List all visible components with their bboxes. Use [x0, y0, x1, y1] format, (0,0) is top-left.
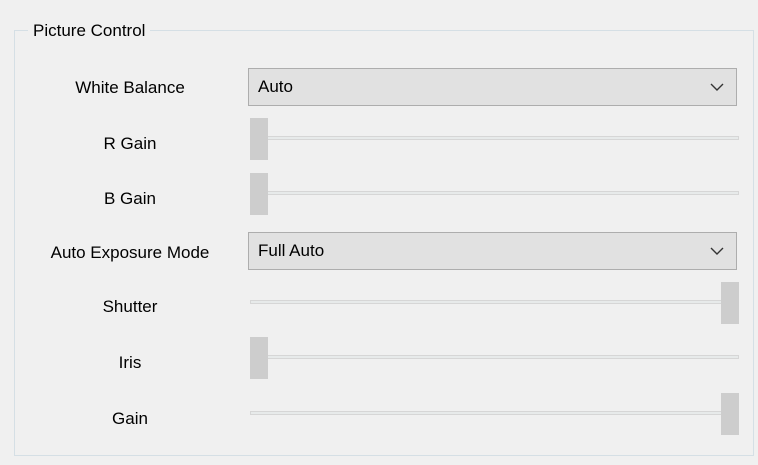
b-gain-label: B Gain — [104, 189, 156, 208]
auto-exposure-mode-dropdown[interactable]: Full Auto — [248, 232, 737, 270]
r-gain-slider[interactable] — [250, 118, 739, 162]
auto-exposure-mode-label: Auto Exposure Mode — [50, 243, 210, 262]
chevron-down-icon — [710, 247, 724, 255]
group-title: Picture Control — [28, 21, 151, 41]
slider-track — [250, 300, 739, 304]
r-gain-label: R Gain — [103, 134, 157, 153]
white-balance-label: White Balance — [75, 78, 185, 97]
iris-label: Iris — [118, 353, 142, 372]
white-balance-dropdown[interactable]: Auto — [248, 68, 737, 106]
b-gain-slider[interactable] — [250, 173, 739, 217]
slider-thumb[interactable] — [721, 282, 739, 324]
slider-thumb[interactable] — [721, 393, 739, 435]
slider-track — [250, 136, 739, 140]
white-balance-value: Auto — [258, 77, 293, 96]
slider-track — [250, 191, 739, 195]
slider-track — [250, 411, 739, 415]
iris-slider[interactable] — [250, 337, 739, 381]
slider-thumb[interactable] — [250, 337, 268, 379]
chevron-down-icon — [710, 83, 724, 91]
gain-label: Gain — [112, 409, 148, 428]
slider-track — [250, 355, 739, 359]
slider-thumb[interactable] — [250, 118, 268, 160]
slider-thumb[interactable] — [250, 173, 268, 215]
gain-slider[interactable] — [250, 393, 739, 437]
auto-exposure-mode-value: Full Auto — [258, 241, 325, 260]
shutter-label: Shutter — [102, 297, 158, 316]
shutter-slider[interactable] — [250, 282, 739, 326]
